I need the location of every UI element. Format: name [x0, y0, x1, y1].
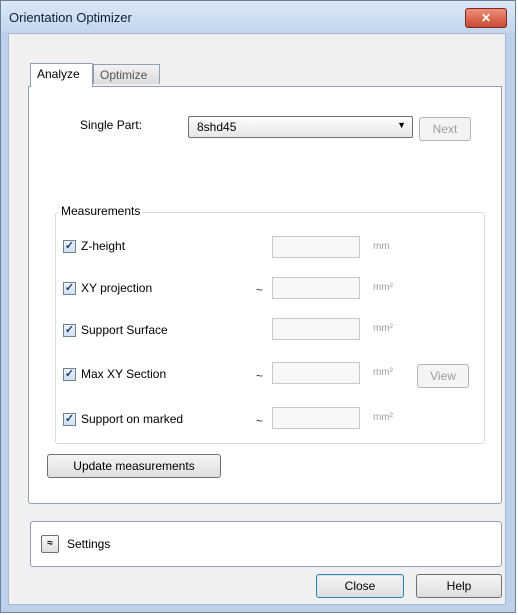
xy-projection-checkbox[interactable]: ✓ [63, 282, 76, 295]
window-title: Orientation Optimizer [9, 10, 132, 25]
update-measurements-button[interactable]: Update measurements [47, 454, 221, 478]
xy-projection-field[interactable] [272, 277, 360, 299]
xy-projection-unit: mm² [373, 282, 393, 293]
dropdown-arrow-icon: ▼ [397, 120, 406, 130]
z-height-unit: mm [373, 241, 390, 252]
z-height-checkbox[interactable]: ✓ [63, 240, 76, 253]
max-xy-section-unit: mm² [373, 367, 393, 378]
support-on-marked-field[interactable] [272, 407, 360, 429]
max-xy-section-approx: ~ [256, 369, 264, 383]
close-window-button[interactable]: ✕ [465, 8, 507, 28]
settings-label[interactable]: Settings [67, 537, 110, 551]
xy-projection-approx: ~ [256, 283, 264, 297]
max-xy-section-field[interactable] [272, 362, 360, 384]
z-height-label: Z-height [81, 239, 126, 253]
help-button[interactable]: Help [416, 574, 502, 598]
view-button[interactable]: View [417, 364, 469, 388]
title-bar[interactable]: Orientation Optimizer ✕ [1, 1, 515, 33]
support-surface-label: Support Surface [81, 323, 168, 337]
tab-analyze[interactable]: Analyze [30, 63, 93, 87]
support-on-marked-label: Support on marked [81, 412, 184, 426]
support-surface-checkbox[interactable]: ✓ [63, 324, 76, 337]
single-part-value: 8shd45 [197, 120, 237, 134]
single-part-select[interactable]: 8shd45 ▼ [188, 116, 413, 138]
support-on-marked-checkbox[interactable]: ✓ [63, 413, 76, 426]
xy-projection-label: XY projection [81, 281, 153, 295]
next-button[interactable]: Next [419, 117, 471, 141]
max-xy-section-label: Max XY Section [81, 367, 167, 381]
measurements-title: Measurements [58, 204, 144, 218]
double-chevron-down-icon[interactable]: ≈ [41, 535, 59, 553]
support-on-marked-unit: mm² [373, 412, 393, 423]
z-height-field[interactable] [272, 236, 360, 258]
tab-optimize[interactable]: Optimize [93, 64, 160, 84]
support-surface-unit: mm² [373, 323, 393, 334]
max-xy-section-checkbox[interactable]: ✓ [63, 368, 76, 381]
single-part-label: Single Part: [80, 118, 143, 132]
close-button[interactable]: Close [316, 574, 404, 598]
support-surface-field[interactable] [272, 318, 360, 340]
support-on-marked-approx: ~ [256, 414, 264, 428]
